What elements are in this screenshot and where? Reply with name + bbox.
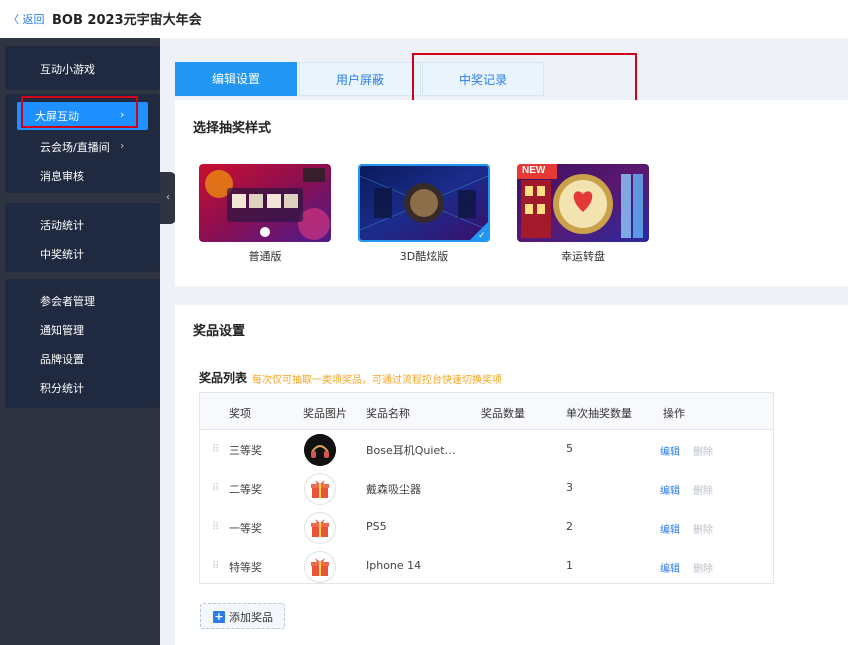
- column-header: 奖品名称: [366, 407, 410, 420]
- plus-icon: +: [213, 610, 225, 623]
- drag-handle-icon[interactable]: ⠿: [212, 483, 219, 494]
- table-header: 奖项 奖品图片 奖品名称 奖品数量 单次抽奖数量 操作: [200, 393, 773, 430]
- prize-level: 二等奖: [229, 483, 262, 496]
- sidebar-group-interaction: 大屏互动 › 云会场/直播间 › 消息审核: [5, 94, 160, 193]
- sidebar-item-big-screen[interactable]: 大屏互动 ›: [17, 102, 148, 130]
- sidebar-item-message-review[interactable]: 消息审核: [40, 168, 84, 184]
- prize-table: 奖项 奖品图片 奖品名称 奖品数量 单次抽奖数量 操作 ⠿ 三等奖 Bose耳机…: [199, 392, 774, 584]
- delete-button[interactable]: 删除: [693, 560, 713, 575]
- sidebar-item-brand-settings[interactable]: 品牌设置: [40, 351, 84, 367]
- sidebar-group-stats: 活动统计 中奖统计: [5, 203, 160, 272]
- sidebar-item-winning-stats[interactable]: 中奖统计: [40, 246, 84, 262]
- edit-button[interactable]: 编辑: [660, 482, 680, 497]
- prize-list-note: 每次仅可抽取一类项奖品，可通过流程控台快速切换奖项: [252, 375, 502, 386]
- style-option-normal[interactable]: [199, 164, 331, 242]
- delete-button[interactable]: 删除: [693, 482, 713, 497]
- drag-handle-icon[interactable]: ⠿: [212, 561, 219, 572]
- table-row: ⠿ 二等奖 戴森吸尘器 3 编辑 删除: [200, 469, 773, 508]
- column-header: 单次抽奖数量: [566, 407, 632, 420]
- tab-user-block[interactable]: 用户屏蔽: [299, 62, 421, 96]
- column-header: 操作: [663, 407, 685, 420]
- per-draw-count: 3: [566, 481, 573, 494]
- sidebar-item-mini-games[interactable]: 互动小游戏: [40, 61, 95, 77]
- delete-button[interactable]: 删除: [693, 443, 713, 458]
- section-title: 奖品设置: [193, 324, 246, 339]
- prize-name: Iphone 14: [366, 559, 422, 572]
- style-caption: 幸运转盘: [561, 250, 605, 263]
- chevron-right-icon: ›: [120, 108, 125, 121]
- sidebar-item-attendees[interactable]: 参会者管理: [40, 293, 95, 309]
- svg-text:✓: ✓: [478, 231, 486, 240]
- prize-level: 三等奖: [229, 444, 262, 457]
- top-bar: 〈 返回 BOB 2023元宇宙大年会: [0, 0, 848, 38]
- new-badge: NEW: [522, 165, 546, 176]
- style-caption: 3D酷炫版: [399, 250, 449, 263]
- table-row: ⠿ 一等奖 PS5 2 编辑 删除: [200, 508, 773, 547]
- edit-button[interactable]: 编辑: [660, 560, 680, 575]
- gift-icon: [304, 512, 336, 544]
- column-header: 奖项: [229, 407, 251, 420]
- prize-level: 特等奖: [229, 561, 262, 574]
- back-link[interactable]: 〈 返回: [8, 11, 45, 27]
- table-row: ⠿ 特等奖 Iphone 14 1 编辑 删除: [200, 547, 773, 586]
- drag-handle-icon[interactable]: ⠿: [212, 522, 219, 533]
- add-prize-button[interactable]: + 添加奖品: [200, 603, 285, 629]
- delete-button[interactable]: 删除: [693, 521, 713, 536]
- edit-button[interactable]: 编辑: [660, 443, 680, 458]
- gift-icon: [304, 473, 336, 505]
- column-header: 奖品数量: [481, 407, 525, 420]
- style-option-wheel[interactable]: NEW: [517, 164, 649, 242]
- style-caption: 普通版: [248, 250, 282, 263]
- per-draw-count: 2: [566, 520, 573, 533]
- edit-button[interactable]: 编辑: [660, 521, 680, 536]
- style-option-3d[interactable]: ✓: [358, 164, 490, 242]
- sidebar-item-cloud-venue[interactable]: 云会场/直播间: [40, 139, 110, 155]
- column-header: 奖品图片: [303, 407, 347, 420]
- page-title: BOB 2023元宇宙大年会: [52, 13, 202, 28]
- prize-name: Bose耳机Quiet…: [366, 444, 456, 457]
- add-prize-label: 添加奖品: [229, 611, 273, 624]
- sidebar-collapse-toggle[interactable]: ‹: [160, 172, 176, 224]
- tab-edit-settings[interactable]: 编辑设置: [175, 62, 297, 96]
- prize-list-title: 奖品列表: [199, 371, 248, 385]
- chevron-right-icon: ›: [120, 139, 125, 152]
- style-preview-image: [199, 164, 331, 242]
- drag-handle-icon[interactable]: ⠿: [212, 444, 219, 455]
- sidebar-group-management: 参会者管理 通知管理 品牌设置 积分统计: [5, 279, 160, 408]
- headphones-icon: [304, 434, 336, 466]
- sidebar-group-games: 互动小游戏: [5, 46, 160, 90]
- prize-name: 戴森吸尘器: [366, 483, 421, 496]
- sidebar-item-notifications[interactable]: 通知管理: [40, 322, 84, 338]
- table-row: ⠿ 三等奖 Bose耳机Quiet… 5 编辑 删除: [200, 430, 773, 469]
- gift-icon: [304, 551, 336, 583]
- per-draw-count: 5: [566, 442, 573, 455]
- per-draw-count: 1: [566, 559, 573, 572]
- prize-level: 一等奖: [229, 522, 262, 535]
- sidebar-item-label: 大屏互动: [35, 110, 79, 123]
- prize-name: PS5: [366, 520, 387, 533]
- tab-winning-records[interactable]: 中奖记录: [422, 62, 544, 96]
- sidebar-item-points-stats[interactable]: 积分统计: [40, 380, 84, 396]
- sidebar-item-activity-stats[interactable]: 活动统计: [40, 217, 84, 233]
- section-title: 选择抽奖样式: [193, 121, 272, 136]
- style-preview-image: ✓: [360, 166, 488, 240]
- sidebar: 互动小游戏 大屏互动 › 云会场/直播间 › 消息审核 活动统计 中奖统计 参会…: [0, 38, 160, 645]
